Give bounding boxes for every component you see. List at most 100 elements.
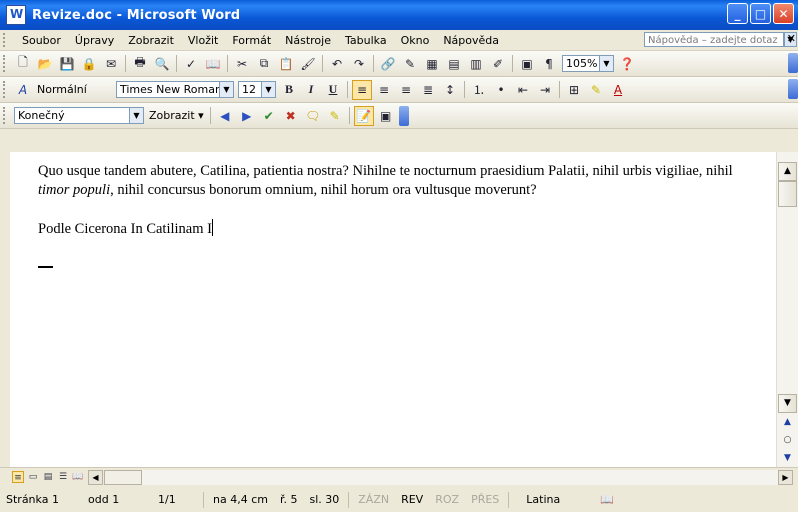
font-size-select[interactable]: 12 ▼ (238, 81, 276, 98)
show-hide-icon[interactable]: ¶ (539, 54, 559, 74)
numbering-icon[interactable]: ⒈ (469, 80, 489, 100)
font-dropdown-icon[interactable]: ▼ (219, 82, 233, 97)
maximize-button[interactable]: □ (750, 3, 771, 24)
cut-icon[interactable]: ✂ (232, 54, 252, 74)
status-track-changes[interactable]: REV (395, 493, 429, 506)
paste-icon[interactable]: 📋 (276, 54, 296, 74)
show-menu-button[interactable]: Zobrazit ▾ (149, 109, 204, 122)
outline-view-icon[interactable]: ☰ (57, 471, 69, 483)
drawing-icon[interactable]: ✐ (488, 54, 508, 74)
permission-icon[interactable]: 🔒 (79, 54, 99, 74)
status-overtype[interactable]: PŘES (465, 493, 505, 506)
toolbar-grip[interactable] (3, 107, 8, 124)
web-layout-icon[interactable]: ▭ (27, 471, 39, 483)
vertical-scrollbar[interactable]: ▲ ▼ ▲ ○ ▼ (776, 152, 798, 467)
toolbar-grip[interactable] (3, 55, 8, 72)
tables-borders-icon[interactable]: ✎ (400, 54, 420, 74)
menubar-grip[interactable] (3, 33, 9, 47)
toolbar-options-icon[interactable] (788, 79, 798, 99)
next-page-icon[interactable]: ▼ (780, 452, 795, 464)
status-language[interactable]: Latina (512, 493, 594, 506)
scroll-right-icon[interactable]: ▶ (778, 470, 793, 485)
new-comment-icon[interactable]: 🗨 (303, 106, 323, 126)
font-size-dropdown-icon[interactable]: ▼ (261, 82, 275, 97)
word-doc-icon[interactable] (6, 5, 26, 25)
spelling-icon[interactable]: ✓ (181, 54, 201, 74)
decrease-indent-icon[interactable]: ⇤ (513, 80, 533, 100)
borders-icon[interactable]: ⊞ (564, 80, 584, 100)
scroll-down-icon[interactable]: ▼ (778, 394, 797, 413)
track-changes-icon[interactable]: 📝 (353, 105, 374, 126)
print-preview-icon[interactable]: 🔍 (152, 54, 172, 74)
menu-file[interactable]: Soubor (15, 34, 68, 47)
normal-view-icon[interactable]: ≡ (12, 471, 24, 483)
status-extend[interactable]: ROZ (429, 493, 465, 506)
menu-view[interactable]: Zobrazit (121, 34, 181, 47)
spelling-status-icon[interactable]: 📖 (594, 493, 620, 506)
align-center-icon[interactable]: ≡ (374, 80, 394, 100)
undo-icon[interactable]: ↶ (327, 54, 347, 74)
save-icon[interactable]: 💾 (57, 54, 77, 74)
font-color-icon[interactable]: A (608, 80, 628, 100)
hyperlink-icon[interactable]: 🔗 (378, 54, 398, 74)
italic-button[interactable]: I (301, 80, 321, 100)
copy-icon[interactable]: ⧉ (254, 54, 274, 74)
help-icon[interactable]: ❓ (617, 54, 637, 74)
menu-format[interactable]: Formát (225, 34, 278, 47)
justify-icon[interactable]: ≣ (418, 80, 438, 100)
redo-icon[interactable]: ↷ (349, 54, 369, 74)
menu-edit[interactable]: Úpravy (68, 34, 121, 47)
accept-change-icon[interactable]: ✔ (259, 106, 279, 126)
reviewing-pane-icon[interactable]: ▣ (376, 106, 396, 126)
email-icon[interactable]: ✉ (101, 54, 121, 74)
close-button[interactable]: ✕ (773, 3, 794, 24)
zoom-dropdown-icon[interactable]: ▼ (599, 56, 613, 71)
reject-change-icon[interactable]: ✖ (281, 106, 301, 126)
format-painter-icon[interactable]: 🖌 (298, 54, 318, 74)
highlight-icon[interactable]: ✎ (586, 80, 606, 100)
new-document-icon[interactable]: 🗋 (13, 54, 33, 74)
menu-table[interactable]: Tabulka (338, 34, 394, 47)
zoom-select[interactable]: 105% ▼ (562, 55, 614, 72)
menu-insert[interactable]: Vložit (181, 34, 225, 47)
reading-layout-icon[interactable]: 📖 (72, 471, 84, 483)
align-right-icon[interactable]: ≡ (396, 80, 416, 100)
display-for-review-dropdown-icon[interactable]: ▼ (129, 108, 143, 123)
document-page[interactable]: Quo usque tandem abutere, Catilina, pati… (10, 152, 776, 467)
display-for-review-select[interactable]: Konečný ▼ (14, 107, 144, 124)
insert-excel-icon[interactable]: ▤ (444, 54, 464, 74)
menu-help[interactable]: Nápověda (436, 34, 506, 47)
previous-change-icon[interactable]: ◀ (215, 106, 235, 126)
style-label[interactable]: Normální (37, 83, 111, 96)
document-body[interactable]: Quo usque tandem abutere, Catilina, pati… (38, 162, 758, 258)
font-select[interactable]: Times New Roman ▼ (116, 81, 234, 98)
toolbar-options-icon[interactable] (398, 105, 409, 126)
highlight-icon[interactable]: ✎ (325, 106, 345, 126)
help-search-input[interactable]: Nápověda – zadejte dotaz ▼ (644, 32, 797, 47)
toolbar-options-icon[interactable] (788, 53, 798, 73)
browse-object-icon[interactable]: ○ (780, 434, 795, 446)
increase-indent-icon[interactable]: ⇥ (535, 80, 555, 100)
menu-tools[interactable]: Nástroje (278, 34, 338, 47)
status-record-macro[interactable]: ZÁZN (352, 493, 395, 506)
close-document-icon[interactable]: ✕ (787, 32, 796, 45)
document-map-icon[interactable]: ▣ (517, 54, 537, 74)
horizontal-scrollbar[interactable]: ≡ ▭ ▤ ☰ 📖 ◀ ▶ (0, 467, 798, 487)
underline-button[interactable]: U (323, 80, 343, 100)
bold-button[interactable]: B (279, 80, 299, 100)
styles-formatting-icon[interactable]: A (13, 80, 33, 100)
scroll-thumb[interactable] (778, 181, 797, 207)
line-spacing-icon[interactable]: ↕ (440, 80, 460, 100)
columns-icon[interactable]: ▥ (466, 54, 486, 74)
previous-page-icon[interactable]: ▲ (780, 416, 795, 428)
scroll-left-icon[interactable]: ◀ (88, 470, 103, 485)
open-folder-icon[interactable]: 📂 (35, 54, 55, 74)
horizontal-scroll-track[interactable] (142, 470, 778, 485)
print-layout-icon[interactable]: ▤ (42, 471, 54, 483)
bullets-icon[interactable]: • (491, 80, 511, 100)
minimize-button[interactable]: _ (727, 3, 748, 24)
align-left-icon[interactable]: ≡ (352, 79, 372, 100)
menu-window[interactable]: Okno (394, 34, 437, 47)
horizontal-scroll-thumb[interactable] (104, 470, 142, 485)
print-icon[interactable]: 🖶 (130, 54, 150, 74)
